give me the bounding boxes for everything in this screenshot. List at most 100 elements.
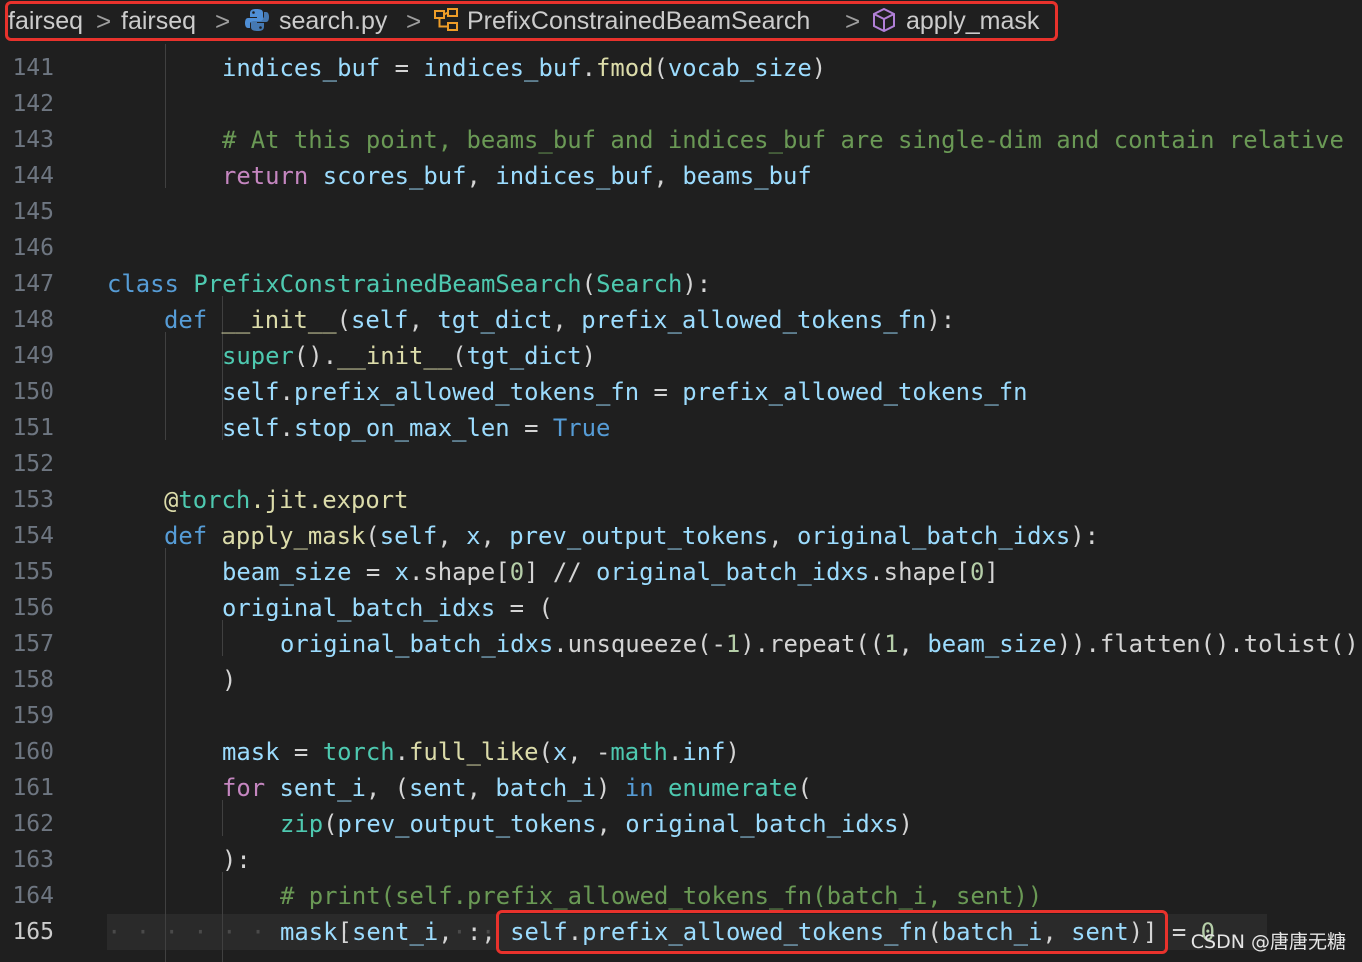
code-token: [ — [337, 918, 352, 946]
code-token: , — [437, 522, 467, 550]
code-token: sent_i — [351, 918, 439, 946]
code-token: indices_buf — [423, 54, 582, 82]
code-token: self — [379, 522, 438, 550]
breadcrumb-item-file[interactable]: search.py — [279, 4, 387, 38]
code-token: , - — [567, 738, 611, 766]
watermark: CSDN @唐唐无糖 — [1190, 931, 1346, 953]
code-token: 1 — [725, 630, 741, 658]
code-token: ( — [365, 522, 380, 550]
chevron-right-icon: > — [215, 6, 231, 36]
code-token: indices_buf — [495, 162, 654, 190]
code-token: )).flatten().tolist() — [1056, 630, 1359, 658]
code-token: zip — [280, 810, 324, 838]
code-token: ( — [581, 270, 597, 298]
code-token: .unsqueeze(- — [553, 630, 726, 658]
code-token: ): — [682, 270, 712, 298]
code-token: , — [768, 522, 797, 550]
method-cube-icon — [871, 7, 897, 41]
code-token: ( — [336, 306, 352, 334]
line-number: 142 — [12, 91, 54, 117]
code-line-143: # At this point, beams_buf and indices_b… — [222, 122, 1344, 158]
code-token: super — [222, 342, 294, 370]
code-token: apply_mask — [221, 522, 366, 550]
code-token: , — [466, 162, 496, 190]
code-token: ] // — [524, 558, 596, 586]
line-number: 157 — [12, 631, 54, 657]
code-token: prev_output_tokens — [509, 522, 769, 550]
code-token: original_batch_idxs — [796, 522, 1071, 550]
breadcrumb-item-root[interactable]: fairseq — [8, 4, 83, 38]
code-token: , — [466, 774, 496, 802]
breadcrumb-item-method[interactable]: apply_mask — [906, 4, 1039, 38]
code-token: self — [222, 378, 280, 406]
line-number: 156 — [12, 595, 54, 621]
code-token: torch — [178, 486, 251, 514]
code-token: x — [466, 522, 481, 550]
code-line-162: zip(prev_output_tokens, original_batch_i… — [280, 806, 913, 842]
code-token: prefix_allowed_tokens_fn — [581, 306, 927, 334]
code-token: .shape[ — [409, 558, 510, 586]
code-line-155: beam_size = x.shape[0] // original_batch… — [222, 554, 999, 590]
line-number: 141 — [12, 55, 54, 81]
line-number: 149 — [12, 343, 54, 369]
code-token: original_batch_idxs — [280, 630, 554, 658]
code-token: vocab_size — [667, 54, 812, 82]
code-token: x — [394, 558, 409, 586]
code-token: export — [322, 486, 409, 514]
line-number: 147 — [12, 271, 54, 297]
line-number: 162 — [12, 811, 54, 837]
code-token: fmod — [595, 54, 654, 82]
code-token: stop_on_max_len — [293, 414, 510, 442]
code-token: sent — [409, 774, 467, 802]
code-line-163: ): — [222, 842, 251, 878]
code-token: ) — [222, 666, 237, 694]
code-token: ( — [797, 774, 812, 802]
breadcrumb: fairseq > fairseq > search.py > PrefixCo… — [0, 0, 1362, 44]
code-token: 1 — [884, 630, 899, 658]
code-token: ( — [323, 810, 338, 838]
code-line-158: ) — [222, 662, 236, 698]
code-token: (). — [293, 342, 338, 370]
code-token: . — [394, 738, 410, 766]
code-line-154: def apply_mask(self, x, prev_output_toke… — [164, 518, 1099, 554]
code-token: = — [639, 378, 683, 406]
line-number: 144 — [12, 163, 54, 189]
code-token: prefix_allowed_tokens_fn — [682, 378, 1028, 406]
code-token: 0 — [969, 558, 985, 586]
code-line-160: mask = torch.full_like(x, -math.inf) — [222, 734, 740, 770]
code-editor[interactable]: 141 142 143 144 145 146 147 148 149 150 … — [0, 44, 1362, 962]
code-token: ) — [581, 342, 597, 370]
code-token: . — [279, 378, 294, 406]
code-token: prev_output_tokens — [337, 810, 597, 838]
line-number: 143 — [12, 127, 54, 153]
code-line-150: self.prefix_allowed_tokens_fn = prefix_a… — [222, 374, 1028, 410]
code-comment: # At this point, beams_buf and indices_b… — [222, 126, 1344, 154]
python-file-icon — [244, 7, 270, 41]
code-token: jit — [264, 486, 308, 514]
breadcrumb-item-class[interactable]: PrefixConstrainedBeamSearch — [467, 4, 810, 38]
line-number: 164 — [12, 883, 54, 909]
code-token: 0 — [509, 558, 525, 586]
code-token: , — [596, 810, 626, 838]
code-highlight-box — [496, 910, 1168, 954]
code-token: self — [351, 306, 409, 334]
breadcrumb-item-folder[interactable]: fairseq — [121, 4, 196, 38]
code-token: prefix_allowed_tokens_fn — [293, 378, 640, 406]
code-token: original_batch_idxs — [596, 558, 870, 586]
code-token: for — [222, 774, 266, 802]
code-token: batch_i — [495, 774, 597, 802]
code-token: beam_size — [927, 630, 1057, 658]
line-number: 150 — [12, 379, 54, 405]
code-token: x — [552, 738, 568, 766]
code-token: tgt_dict — [466, 342, 582, 370]
code-token: ): — [926, 306, 956, 334]
code-token: mask — [280, 918, 338, 946]
code-token: PrefixConstrainedBeamSearch — [193, 270, 582, 298]
code-token: ) — [725, 738, 740, 766]
code-line-153: @torch.jit.export — [164, 482, 409, 518]
line-number: 159 — [12, 703, 54, 729]
line-number: 145 — [12, 199, 54, 225]
